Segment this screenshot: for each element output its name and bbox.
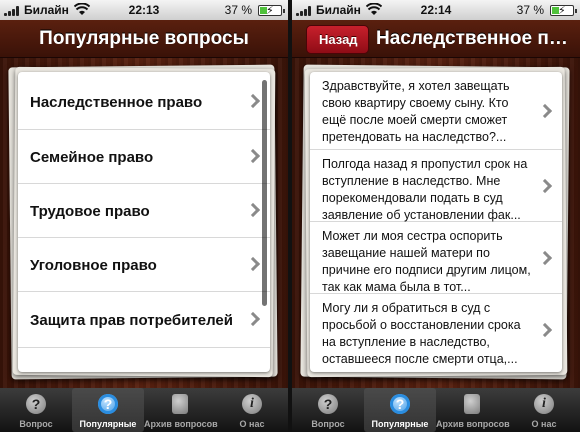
question-icon: ? [318, 394, 338, 414]
tab-label: Популярные [79, 419, 137, 429]
category-label: Защита прав потребителей [30, 312, 233, 329]
category-item-labor[interactable]: Трудовое право [18, 184, 270, 238]
back-button[interactable]: Назад [306, 25, 369, 54]
question-preview: Может ли моя сестра оспорить завещание н… [322, 229, 531, 294]
tab-label: Архив вопросов [144, 419, 218, 429]
tab-question-archive[interactable]: Архив вопросов [436, 388, 510, 432]
info-icon: i [534, 394, 554, 414]
question-list: Здравствуйте, я хотел завещать свою квар… [310, 72, 562, 372]
category-label: Трудовое право [30, 203, 150, 220]
battery-percent: 37 % [224, 3, 252, 17]
chevron-right-icon [245, 311, 261, 327]
tab-bar: ? Вопрос ? Популярные Архив вопросов i О… [292, 388, 580, 432]
category-item-family[interactable]: Семейное право [18, 130, 270, 184]
question-item[interactable]: Могу ли я обратиться в суд с просьбой о … [310, 294, 562, 372]
chevron-right-icon [537, 178, 553, 194]
chevron-right-icon [245, 148, 261, 164]
book-icon [464, 394, 480, 414]
chevron-right-icon [245, 256, 261, 272]
tab-label: Вопрос [311, 419, 345, 429]
tab-popular[interactable]: ? Популярные [364, 388, 436, 432]
battery-icon: ⚡ [550, 5, 577, 17]
battery-icon: ⚡ [258, 5, 285, 17]
back-button-label: Назад [319, 32, 358, 47]
question-item[interactable]: Может ли моя сестра оспорить завещание н… [310, 222, 562, 294]
question-item[interactable]: Полгода назад я пропустил срок на вступл… [310, 150, 562, 222]
question-icon: ? [26, 394, 46, 414]
navigation-bar: Назад Наследственное пр... [292, 20, 580, 58]
page-title: Популярные вопросы [39, 28, 249, 49]
tab-ask-question[interactable]: ? Вопрос [292, 388, 364, 432]
tab-label: О нас [531, 419, 557, 429]
question-item[interactable]: Здравствуйте, я хотел завещать свою квар… [310, 72, 562, 150]
chevron-right-icon [245, 93, 261, 109]
tab-about-us[interactable]: i О нас [216, 388, 288, 432]
chevron-right-icon [245, 202, 261, 218]
tab-popular[interactable]: ? Популярные [72, 388, 144, 432]
tab-label: О нас [239, 419, 265, 429]
category-list: Наследственное право Семейное право Труд… [18, 72, 270, 372]
tab-label: Архив вопросов [436, 419, 510, 429]
question-preview: Здравствуйте, я хотел завещать свою квар… [322, 79, 510, 144]
category-label: Наследственное право [30, 94, 203, 111]
status-bar: Билайн 22:13 37 % ⚡ [0, 0, 288, 20]
tab-ask-question[interactable]: ? Вопрос [0, 388, 72, 432]
book-icon [172, 394, 188, 414]
screen-inheritance-questions: Билайн 22:14 37 % ⚡ Назад Наследственное… [292, 0, 580, 432]
status-bar: Билайн 22:14 37 % ⚡ [292, 0, 580, 20]
tab-label: Вопрос [19, 419, 53, 429]
scrollbar[interactable] [262, 80, 267, 306]
gear-question-icon: ? [98, 394, 118, 414]
tab-label: Популярные [371, 419, 429, 429]
screen-popular-questions: Билайн 22:13 37 % ⚡ Популярные вопросы Н… [0, 0, 288, 432]
tab-bar: ? Вопрос ? Популярные Архив вопросов i О… [0, 388, 288, 432]
chevron-right-icon [537, 250, 553, 266]
info-icon: i [242, 394, 262, 414]
category-item-criminal[interactable]: Уголовное право [18, 238, 270, 292]
gear-question-icon: ? [390, 394, 410, 414]
tab-about-us[interactable]: i О нас [508, 388, 580, 432]
question-preview: Могу ли я обратиться в суд с просьбой о … [322, 301, 521, 366]
category-label: Семейное право [30, 149, 154, 166]
page-title: Наследственное пр... [376, 28, 574, 49]
navigation-bar: Популярные вопросы [0, 20, 288, 58]
tab-question-archive[interactable]: Архив вопросов [144, 388, 218, 432]
category-item-inheritance[interactable]: Наследственное право [18, 72, 270, 130]
question-preview: Полгода назад я пропустил срок на вступл… [322, 157, 528, 222]
chevron-right-icon [537, 322, 553, 338]
chevron-right-icon [537, 103, 553, 119]
battery-percent: 37 % [516, 3, 544, 17]
category-item-consumer-rights[interactable]: Защита прав потребителей [18, 292, 270, 348]
category-label: Уголовное право [30, 257, 157, 274]
